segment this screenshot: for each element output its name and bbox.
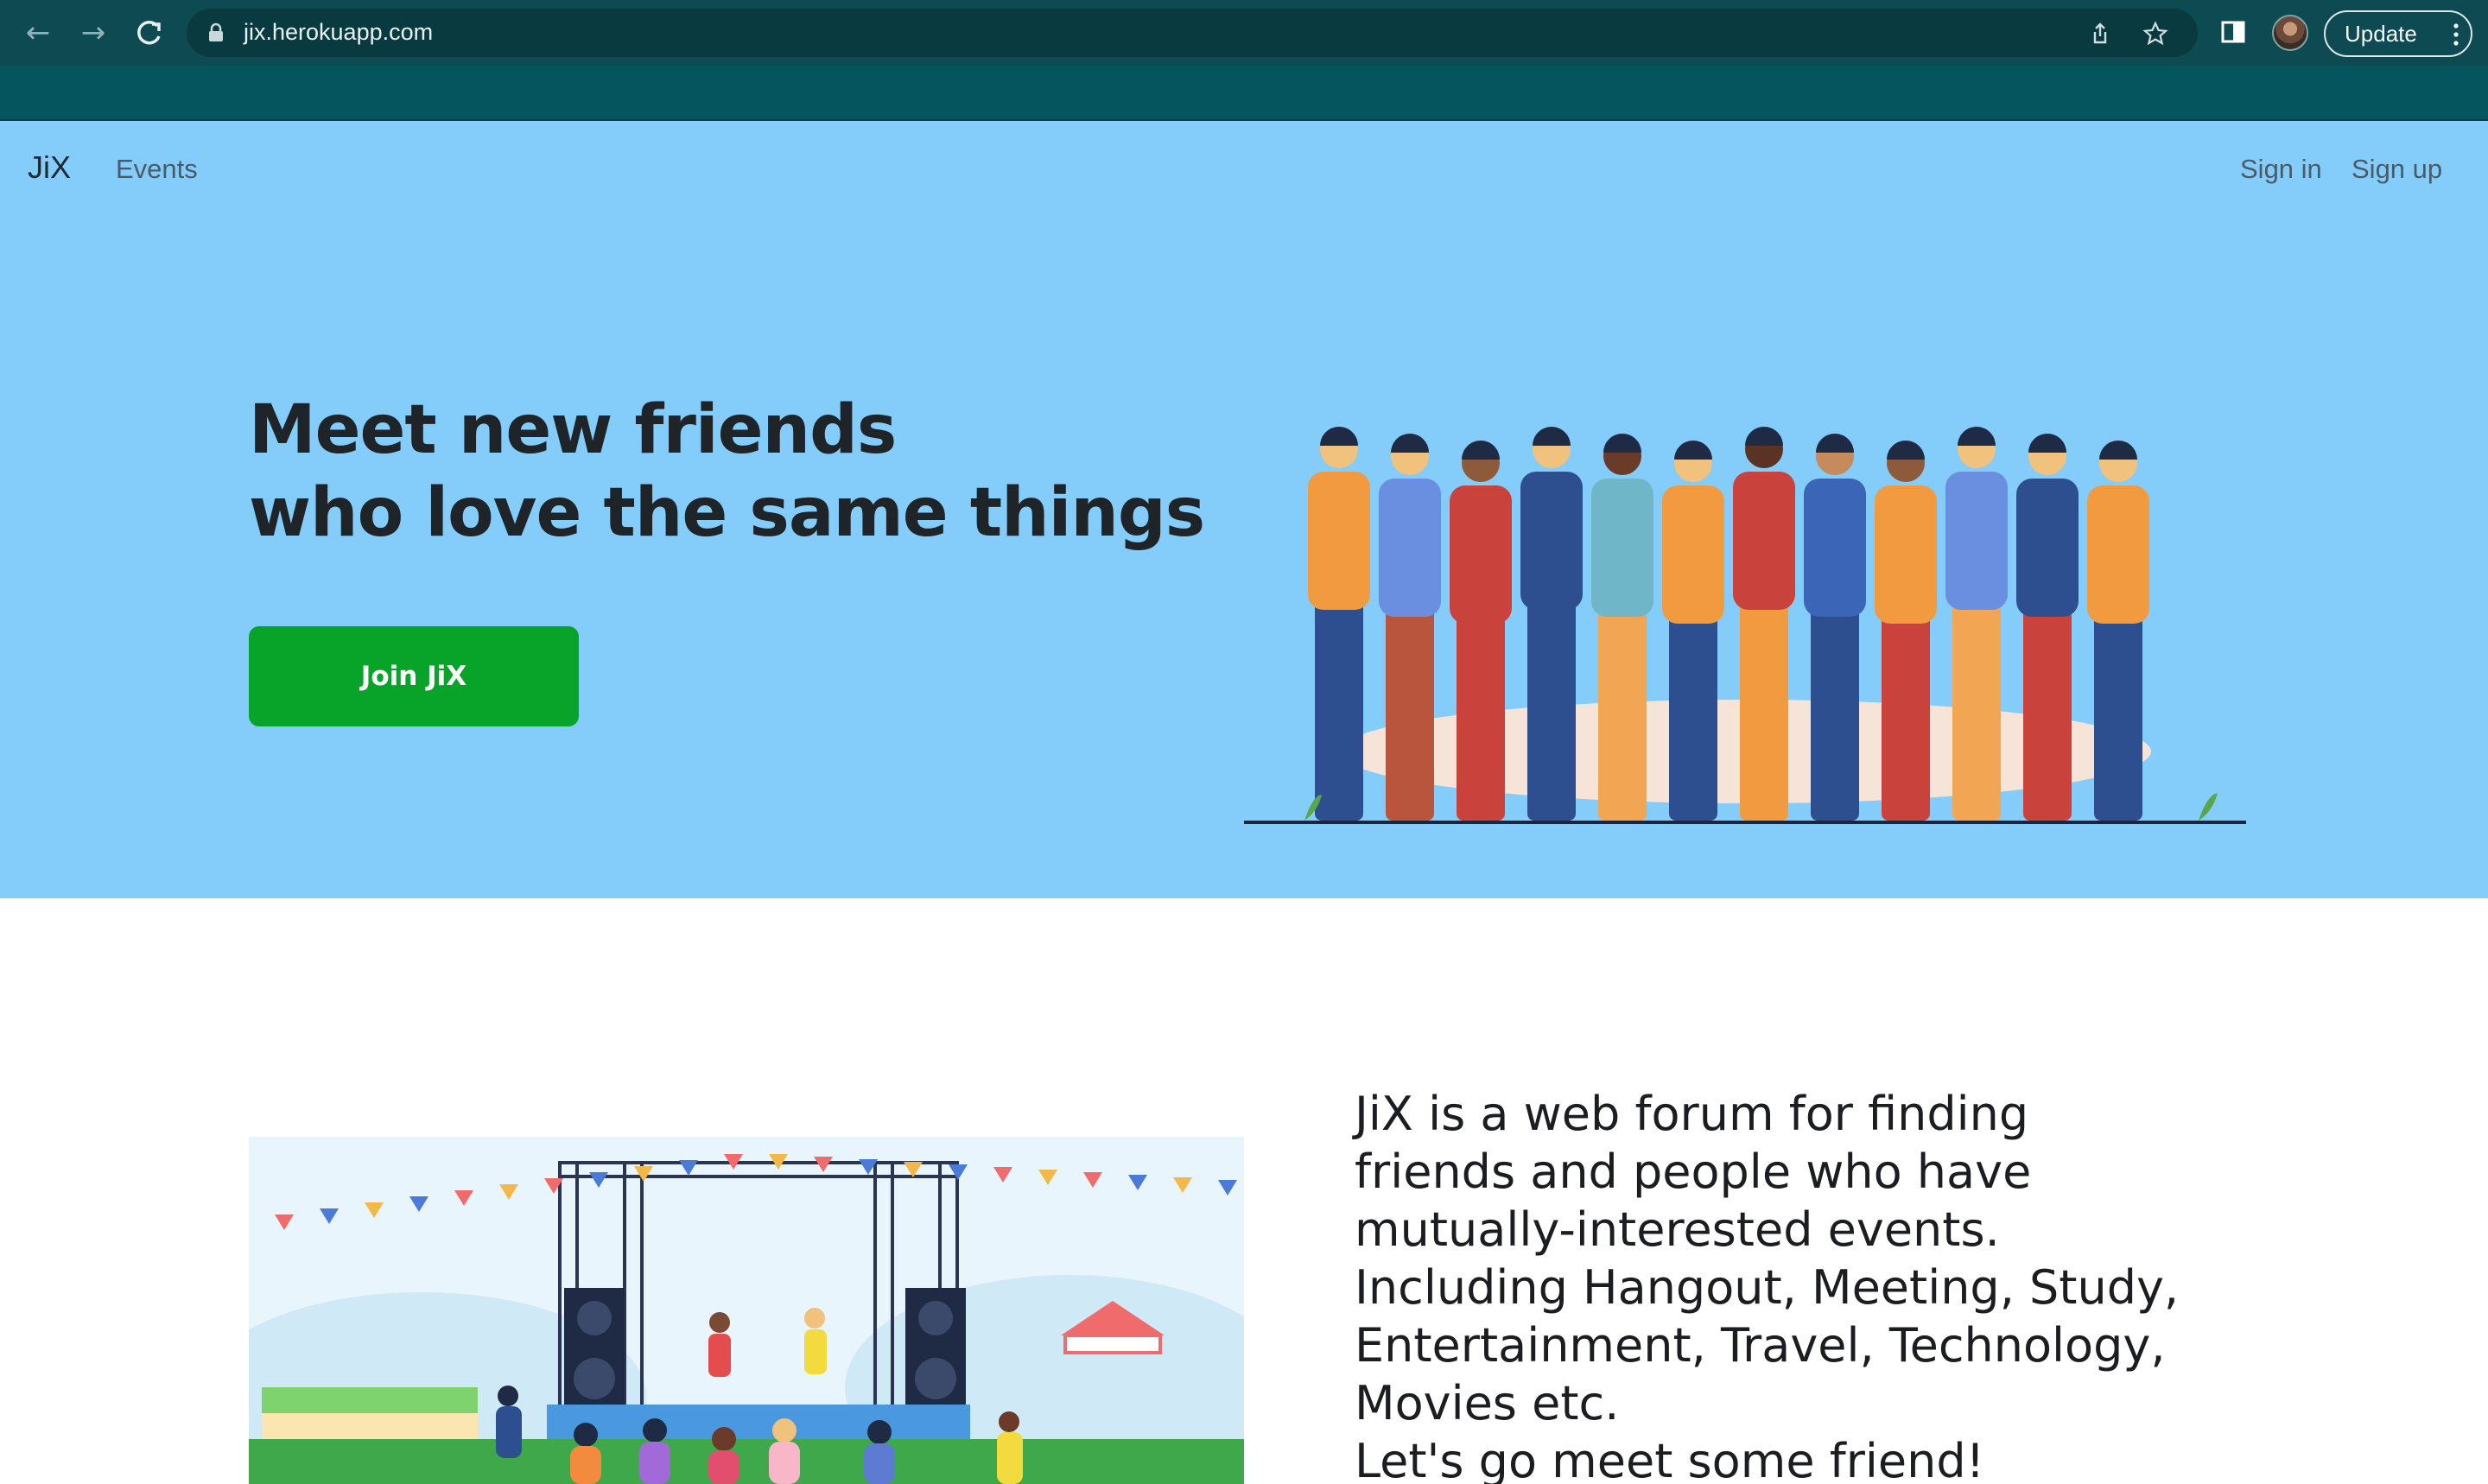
about-line: Let's go meet some friend! bbox=[1355, 1434, 1985, 1484]
browser-tabstrip-area bbox=[0, 66, 2488, 121]
browser-toolbar: ← → jix.herokuapp.com Update bbox=[0, 0, 2488, 66]
person-figure bbox=[1875, 441, 1937, 821]
update-label: Update bbox=[2345, 21, 2417, 47]
person-figure bbox=[1662, 441, 1724, 821]
side-panel-icon[interactable] bbox=[2220, 19, 2246, 45]
sign-up-link[interactable]: Sign up bbox=[2352, 154, 2442, 185]
person-figure bbox=[2087, 441, 2149, 821]
about-line: Entertainment, Travel, Technology, bbox=[1355, 1318, 2166, 1373]
about-line: JiX is a web forum for finding bbox=[1355, 1087, 2029, 1141]
bookmark-star-icon[interactable] bbox=[2142, 21, 2168, 47]
about-line: friends and people who have bbox=[1355, 1145, 2032, 1199]
sign-in-link[interactable]: Sign in bbox=[2240, 154, 2322, 185]
about-line: mutually-interested events. bbox=[1355, 1202, 2000, 1257]
person-figure bbox=[1520, 427, 1583, 821]
address-bar[interactable]: jix.herokuapp.com bbox=[187, 9, 2198, 57]
update-button[interactable]: Update bbox=[2324, 10, 2472, 57]
person-figure bbox=[1308, 427, 1370, 821]
lock-icon[interactable] bbox=[206, 22, 226, 43]
hero-title: Meet new friends who love the same thing… bbox=[249, 389, 1285, 555]
hero-title-line-2: who love the same things bbox=[249, 474, 1205, 552]
reload-icon[interactable] bbox=[131, 16, 166, 50]
hero-section: JiX Events Sign in Sign up Meet new frie… bbox=[0, 121, 2488, 898]
join-jix-button[interactable]: Join JiX bbox=[249, 626, 579, 726]
person-figure bbox=[1945, 427, 2008, 821]
person-figure bbox=[2016, 434, 2079, 821]
about-line: Including Hangout, Meeting, Study, bbox=[1355, 1260, 2180, 1315]
forward-arrow-icon[interactable]: → bbox=[76, 16, 111, 50]
person-figure bbox=[1591, 434, 1653, 821]
festival-stage-illustration bbox=[249, 1137, 1244, 1484]
kebab-menu-icon bbox=[2453, 23, 2459, 46]
person-figure bbox=[1450, 441, 1512, 821]
url-text[interactable]: jix.herokuapp.com bbox=[244, 19, 433, 46]
person-figure bbox=[1379, 434, 1441, 821]
person-figure bbox=[1733, 427, 1795, 821]
person-figure bbox=[1804, 434, 1866, 821]
back-arrow-icon[interactable]: ← bbox=[21, 16, 55, 50]
brand-logo[interactable]: JiX bbox=[28, 149, 71, 186]
share-icon[interactable] bbox=[2087, 21, 2113, 47]
about-line: Movies etc. bbox=[1355, 1376, 1620, 1430]
people-group-illustration bbox=[1244, 427, 2246, 824]
about-description: JiX is a web forum for finding friends a… bbox=[1355, 1085, 2391, 1484]
nav-events-link[interactable]: Events bbox=[116, 154, 198, 185]
profile-avatar[interactable] bbox=[2272, 15, 2308, 51]
hero-title-line-1: Meet new friends bbox=[249, 391, 897, 469]
